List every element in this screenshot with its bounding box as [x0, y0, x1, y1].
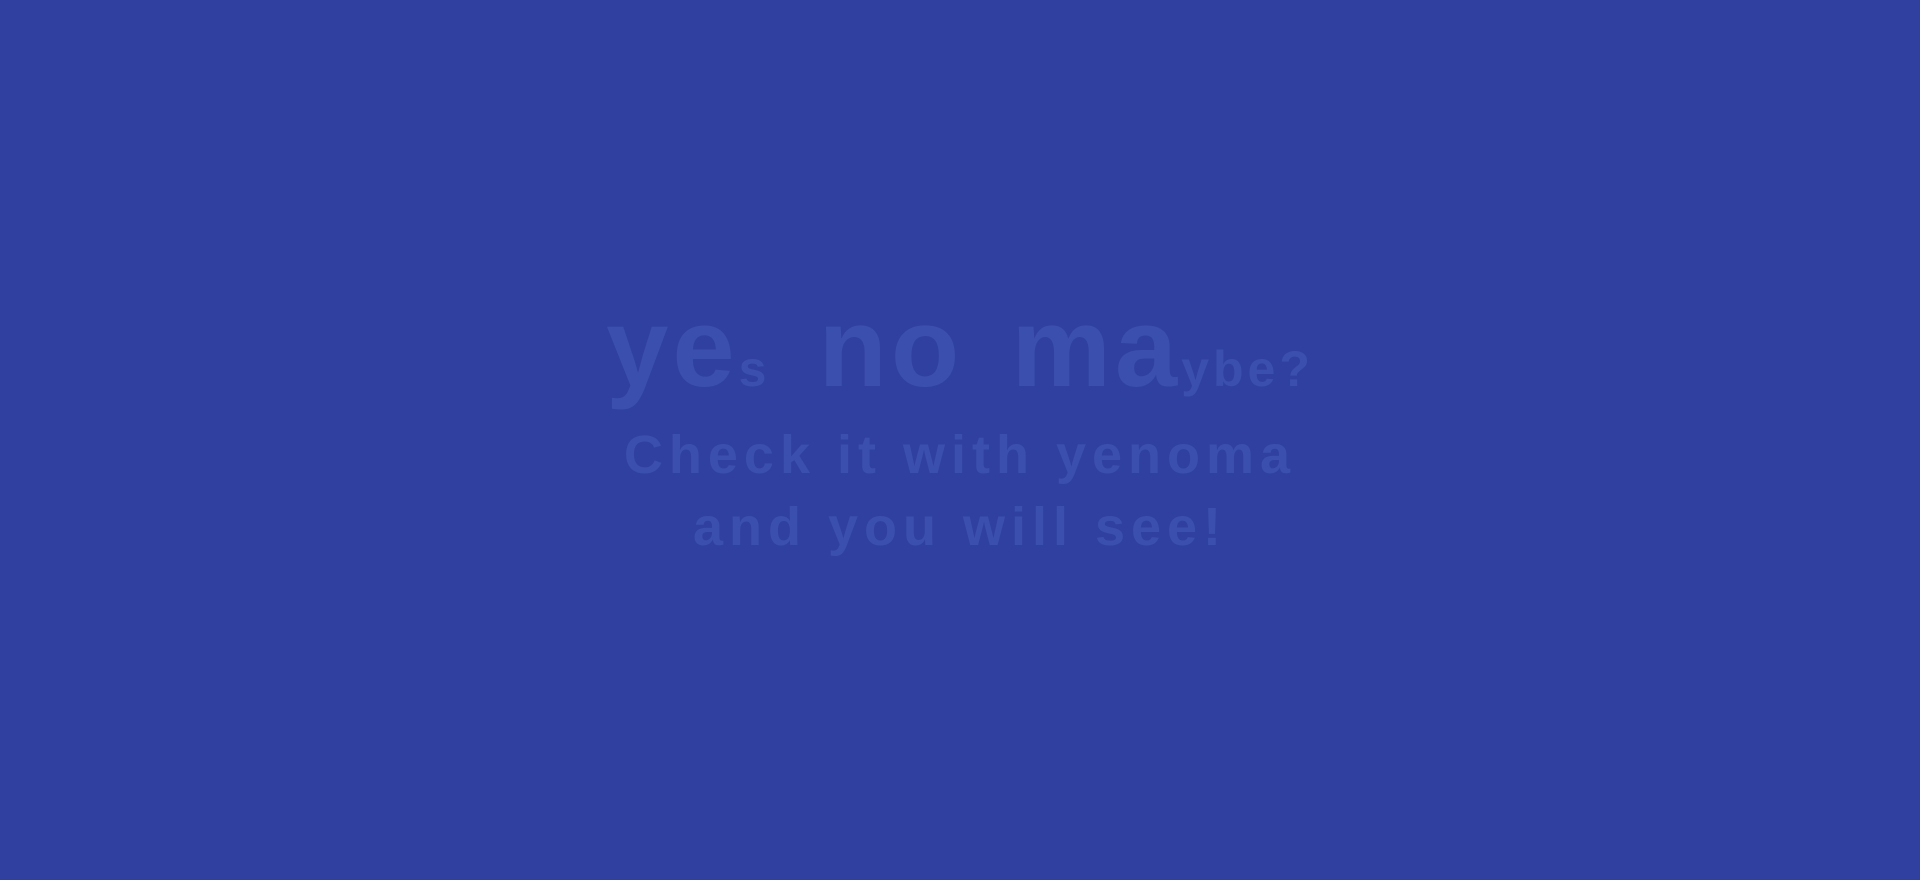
headline-ybe: ybe? — [1181, 341, 1314, 397]
headline-ye: ye — [606, 285, 739, 410]
headline: yes no maybe? — [0, 292, 1920, 404]
headline-ma: ma — [1011, 285, 1182, 410]
tagline-line-1: Check it with yenoma — [623, 425, 1297, 485]
headline-no: no — [818, 285, 964, 410]
headline-s: s — [738, 341, 771, 397]
tagline-line-2: and you will see! — [692, 497, 1228, 557]
hero-section: yes no maybe? Check it with yenoma and you… — [0, 0, 1920, 880]
